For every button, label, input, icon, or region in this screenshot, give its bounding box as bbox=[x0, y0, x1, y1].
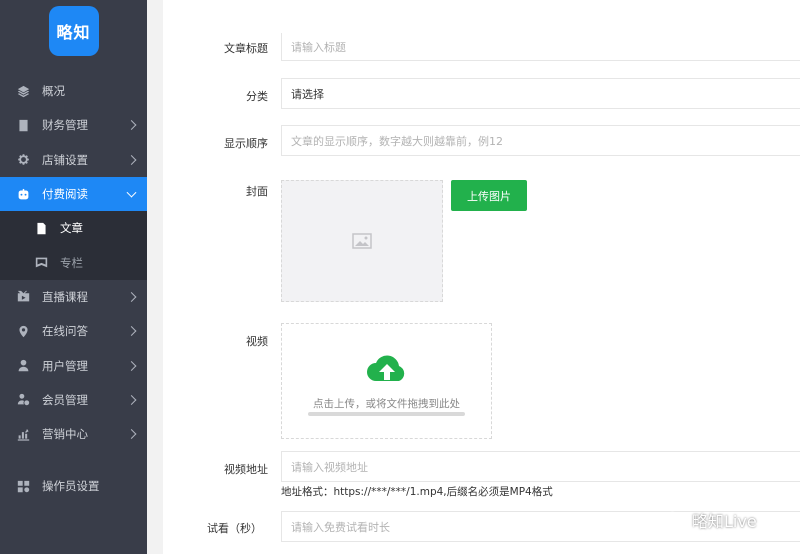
sidebar-subitem-label: 文章 bbox=[60, 221, 83, 236]
chevron-right-icon bbox=[126, 326, 137, 337]
cover-image-placeholder[interactable] bbox=[281, 180, 443, 302]
column-icon bbox=[34, 256, 48, 270]
chevron-right-icon bbox=[126, 154, 137, 165]
sidebar-subitem-article[interactable]: 文章 bbox=[0, 211, 147, 245]
sidebar-item-qa[interactable]: 在线问答 bbox=[0, 314, 147, 348]
sidebar-item-users[interactable]: 用户管理 bbox=[0, 348, 147, 382]
sidebar-item-store-settings[interactable]: 店铺设置 bbox=[0, 143, 147, 177]
sidebar-item-label: 店铺设置 bbox=[42, 152, 88, 167]
chevron-right-icon bbox=[126, 291, 137, 302]
chevron-right-icon bbox=[126, 120, 137, 131]
category-select[interactable]: 请选择 bbox=[281, 78, 800, 109]
gear-icon bbox=[16, 153, 30, 167]
robot-icon bbox=[16, 187, 30, 201]
top-bar bbox=[163, 0, 800, 36]
sidebar-item-paid-reading[interactable]: 付费阅读 bbox=[0, 176, 147, 212]
order-label: 显示顺序 bbox=[224, 137, 268, 150]
sidebar-item-members[interactable]: 会员管理 bbox=[0, 383, 147, 417]
user-icon bbox=[16, 359, 30, 373]
sidebar-item-operator-settings[interactable]: 操作员设置 bbox=[0, 469, 147, 503]
submenu-paid-reading: 文章 专栏 bbox=[0, 211, 147, 280]
sidebar-item-label: 财务管理 bbox=[42, 118, 88, 133]
sidebar-item-label: 操作员设置 bbox=[42, 479, 100, 494]
layers-icon bbox=[16, 84, 30, 98]
title-input[interactable]: 请输入标题 bbox=[281, 33, 800, 61]
sidebar-item-label: 会员管理 bbox=[42, 392, 88, 407]
sidebar-item-finance[interactable]: 财务管理 bbox=[0, 108, 147, 142]
video-url-label: 视频地址 bbox=[224, 463, 268, 476]
watermark: 略知Live bbox=[664, 508, 757, 532]
order-input[interactable]: 文章的显示顺序，数字越大则越靠前，例12 bbox=[281, 125, 800, 156]
location-icon bbox=[16, 324, 30, 338]
cloud-upload-icon bbox=[367, 355, 405, 381]
operator-icon bbox=[16, 479, 30, 493]
image-icon bbox=[352, 233, 372, 249]
watermark-text: 略知Live bbox=[692, 512, 757, 531]
logo-area: 略知 bbox=[0, 0, 147, 70]
document-icon bbox=[34, 221, 48, 235]
sidebar-nav: 概况 财务管理 店铺设置 付费阅读 文章 专栏 直播课程 在线问答 用户管理 会… bbox=[0, 74, 147, 504]
chart-icon bbox=[16, 427, 30, 441]
sidebar: 略知 概况 财务管理 店铺设置 付费阅读 文章 专栏 直播课程 在线问答 用户管… bbox=[0, 0, 147, 554]
sidebar-item-marketing[interactable]: 营销中心 bbox=[0, 417, 147, 451]
trial-label: 试看（秒） bbox=[207, 522, 262, 535]
sidebar-item-label: 付费阅读 bbox=[42, 187, 88, 202]
ledger-icon bbox=[16, 118, 30, 132]
video-url-format-note: 地址格式：https://***/***/1.mp4,后缀名必须是MP4格式 bbox=[281, 486, 553, 498]
sidebar-item-label: 概况 bbox=[42, 84, 65, 99]
video-upload-hint: 点击上传，或将文件拖拽到此处 bbox=[313, 398, 460, 410]
sidebar-item-live-course[interactable]: 直播课程 bbox=[0, 280, 147, 314]
app-logo[interactable]: 略知 bbox=[48, 6, 99, 56]
video-label: 视频 bbox=[246, 335, 268, 348]
cover-label: 封面 bbox=[246, 185, 268, 198]
video-icon bbox=[16, 290, 30, 304]
sidebar-item-label: 用户管理 bbox=[42, 358, 88, 373]
chevron-down-icon bbox=[126, 187, 137, 198]
sidebar-item-label: 在线问答 bbox=[42, 324, 88, 339]
wechat-icon bbox=[664, 511, 686, 528]
video-upload-dropzone[interactable]: 点击上传，或将文件拖拽到此处 bbox=[281, 323, 492, 439]
upload-image-button[interactable]: 上传图片 bbox=[451, 180, 527, 211]
sidebar-item-label: 营销中心 bbox=[42, 427, 88, 442]
sidebar-item-label: 直播课程 bbox=[42, 289, 88, 304]
sidebar-subitem-column[interactable]: 专栏 bbox=[0, 245, 147, 279]
chevron-right-icon bbox=[126, 394, 137, 405]
video-url-input[interactable]: 请输入视频地址 bbox=[281, 451, 800, 482]
chevron-right-icon bbox=[126, 360, 137, 371]
upload-progress-bar bbox=[308, 412, 465, 416]
title-label: 文章标题 bbox=[224, 42, 268, 55]
category-label: 分类 bbox=[246, 90, 268, 103]
sidebar-subitem-label: 专栏 bbox=[60, 255, 83, 270]
sidebar-item-overview[interactable]: 概况 bbox=[0, 74, 147, 108]
member-icon bbox=[16, 393, 30, 407]
chevron-right-icon bbox=[126, 429, 137, 440]
